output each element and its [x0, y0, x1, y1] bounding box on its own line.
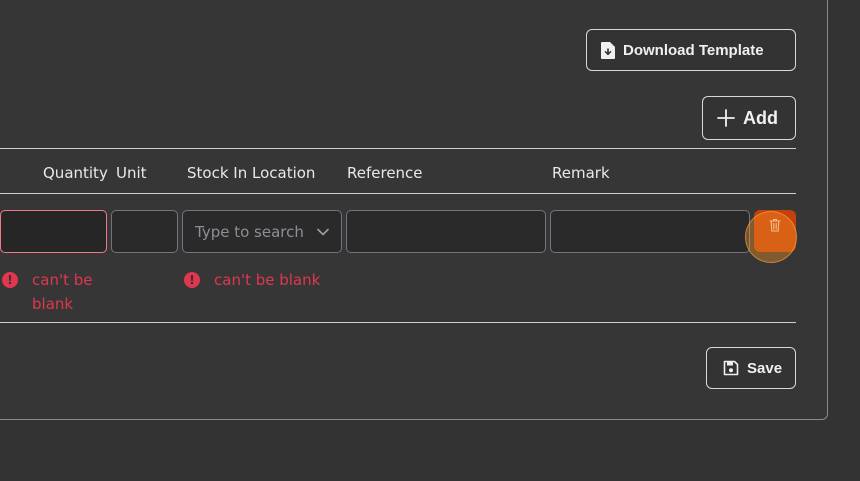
- location-error-text: can't be blank: [214, 271, 321, 289]
- add-label: Add: [743, 107, 778, 128]
- table-bottom-divider: [0, 322, 796, 323]
- column-header-reference: Reference: [347, 164, 423, 182]
- file-download-icon: [601, 41, 615, 59]
- quantity-error: ! can't be blank: [2, 268, 102, 316]
- save-button[interactable]: Save: [706, 347, 796, 389]
- trash-icon: [769, 218, 781, 232]
- unit-field[interactable]: [111, 210, 178, 253]
- column-header-quantity: Quantity: [43, 164, 108, 182]
- column-header-remark: Remark: [552, 164, 610, 182]
- unit-input[interactable]: [112, 211, 177, 252]
- floppy-disk-icon: [723, 360, 739, 376]
- stock-in-location-placeholder: Type to search: [195, 222, 304, 241]
- download-template-label: Download Template: [623, 41, 764, 59]
- remark-input[interactable]: [551, 211, 749, 252]
- reference-input[interactable]: [347, 211, 545, 252]
- location-error: ! can't be blank: [184, 268, 344, 292]
- quantity-input[interactable]: [1, 211, 106, 252]
- download-template-button[interactable]: Download Template: [586, 29, 796, 71]
- chevron-down-icon: [317, 228, 329, 236]
- table-header-divider: [0, 193, 796, 194]
- remark-field[interactable]: [550, 210, 750, 253]
- quantity-error-text: can't be blank: [32, 271, 93, 313]
- table-top-divider: [0, 148, 796, 149]
- add-button[interactable]: Add: [702, 96, 796, 140]
- column-header-stock-in-location: Stock In Location: [187, 164, 316, 182]
- save-label: Save: [747, 359, 783, 377]
- reference-field[interactable]: [346, 210, 546, 253]
- exclamation-circle-icon: !: [184, 272, 200, 288]
- quantity-field[interactable]: [0, 210, 107, 253]
- stock-in-location-select[interactable]: Type to search: [182, 210, 342, 253]
- delete-row-button[interactable]: [754, 210, 796, 252]
- plus-icon: [717, 109, 735, 127]
- exclamation-circle-icon: !: [2, 272, 18, 288]
- column-header-unit: Unit: [116, 164, 147, 182]
